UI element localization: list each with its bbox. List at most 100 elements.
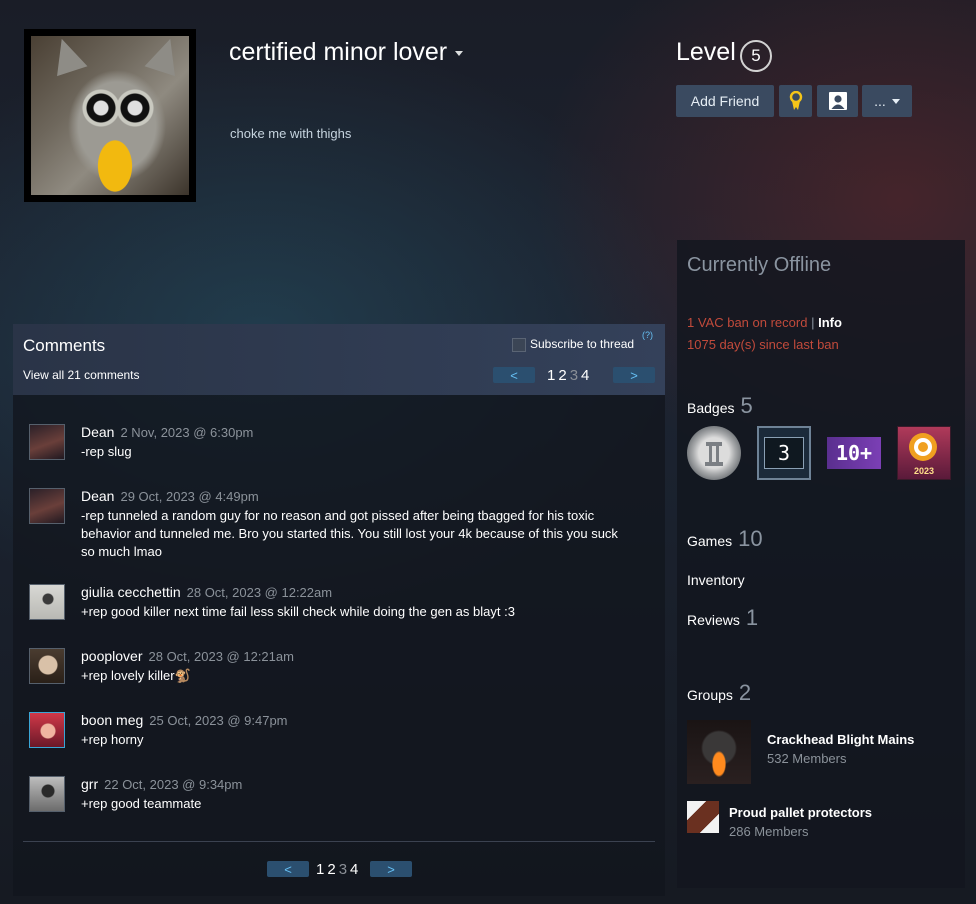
more-label: ...	[874, 93, 886, 109]
comment-timestamp: 28 Oct, 2023 @ 12:22am	[186, 585, 333, 600]
pager-current-page: 3	[338, 861, 348, 878]
online-status: Currently Offline	[687, 254, 832, 276]
chevron-down-icon	[891, 98, 900, 104]
comment-author[interactable]: Dean	[81, 424, 114, 440]
inventory-link[interactable]: Inventory	[687, 572, 745, 588]
commenter-avatar[interactable]	[29, 584, 65, 620]
comments-divider	[23, 841, 655, 842]
persona-name-dropdown[interactable]: certified minor lover	[229, 38, 464, 67]
group-name[interactable]: Proud pallet protectors	[729, 805, 872, 820]
chevron-down-icon	[455, 50, 464, 56]
comment-item: grr 22 Oct, 2023 @ 9:34pm +rep good teamm…	[29, 776, 649, 816]
avatar-image	[31, 33, 189, 195]
comment-timestamp: 22 Oct, 2023 @ 9:34pm	[104, 777, 243, 792]
award-button[interactable]	[779, 85, 812, 117]
help-link[interactable]: (?)	[642, 330, 653, 340]
pager-pages-bottom: 1 2 3 4	[316, 861, 358, 878]
group-avatar[interactable]	[687, 801, 719, 833]
comment-item: giulia cecchettin 28 Oct, 2023 @ 12:22am …	[29, 584, 649, 624]
award-icon	[789, 91, 802, 110]
commenter-avatar[interactable]	[29, 424, 65, 460]
commenter-avatar[interactable]	[29, 488, 65, 524]
games-count: 10	[738, 526, 763, 551]
avatar-ear-left	[46, 33, 88, 77]
pager-prev-button-top[interactable]: <	[493, 367, 535, 383]
avatar-ear-right	[144, 33, 186, 77]
steam-logo-icon	[909, 433, 937, 461]
group-name[interactable]: Crackhead Blight Mains	[767, 732, 914, 747]
group-members: 286 Members	[729, 824, 809, 839]
user-icon	[828, 92, 847, 110]
comment-author[interactable]: Dean	[81, 488, 114, 504]
comment-text: +rep good teammate	[81, 796, 202, 811]
comment-item: Dean 2 Nov, 2023 @ 6:30pm -rep slug	[29, 424, 649, 464]
comment-item: Dean 29 Oct, 2023 @ 4:49pm -rep tunneled …	[29, 488, 649, 564]
comment-text: -rep tunneled a random guy for no reason…	[81, 508, 618, 559]
groups-label: Groups	[687, 687, 733, 703]
pager-page-link[interactable]: 4	[350, 861, 358, 878]
level-badge[interactable]: 5	[740, 40, 772, 72]
add-friend-button[interactable]: Add Friend	[676, 85, 774, 117]
profile-button[interactable]	[817, 85, 858, 117]
groups-count: 2	[738, 680, 752, 705]
pager-page-link[interactable]: 1	[547, 367, 555, 384]
vac-info-link[interactable]: Info	[818, 315, 842, 330]
badge-10-text: 10+	[827, 437, 881, 469]
comment-author[interactable]: pooplover	[81, 648, 143, 664]
pager-current-page: 3	[569, 367, 579, 384]
group-members: 532 Members	[767, 751, 847, 766]
comment-item: pooplover 28 Oct, 2023 @ 12:21am +rep lov…	[29, 648, 649, 688]
more-options-button[interactable]: ...	[862, 85, 912, 117]
comment-timestamp: 25 Oct, 2023 @ 9:47pm	[149, 713, 288, 728]
comment-timestamp: 28 Oct, 2023 @ 12:21am	[148, 649, 294, 664]
reviews-count: 1	[745, 605, 759, 630]
comment-text: +rep good killer next time fail less ski…	[81, 604, 515, 619]
badge-3-text: 3	[764, 437, 804, 469]
comment-text: +rep lovely killer🐒	[81, 668, 191, 683]
pager-pages-top: 1 2 3 4	[547, 367, 589, 384]
view-all-comments-link[interactable]: View all 21 comments	[23, 368, 140, 382]
comment-item: boon meg 25 Oct, 2023 @ 9:47pm +rep horny	[29, 712, 649, 752]
profile-avatar	[24, 29, 196, 202]
badge-steam-2023[interactable]: 2023	[897, 426, 951, 480]
subscribe-checkbox[interactable]	[512, 338, 526, 352]
badges-label: Badges	[687, 400, 735, 416]
comments-title: Comments	[23, 336, 106, 355]
vac-ban-line: 1 VAC ban on record | Info	[687, 315, 842, 330]
badge-coin[interactable]	[687, 426, 741, 480]
comment-text: -rep slug	[81, 444, 132, 459]
commenter-avatar[interactable]	[29, 776, 65, 812]
commenter-avatar[interactable]	[29, 648, 65, 684]
vac-days-since: 1075 day(s) since last ban	[687, 337, 839, 352]
comment-text: +rep horny	[81, 732, 144, 747]
pager-page-link[interactable]: 2	[327, 861, 335, 878]
vac-separator: |	[811, 315, 815, 330]
group-avatar[interactable]	[687, 720, 751, 784]
commenter-avatar[interactable]	[29, 712, 65, 748]
badge-years-of-service[interactable]: 3	[757, 426, 811, 480]
games-label: Games	[687, 533, 733, 549]
games-link[interactable]: Games 10	[687, 526, 763, 552]
comment-author[interactable]: grr	[81, 776, 98, 792]
groups-link[interactable]: Groups 2	[687, 680, 751, 706]
comment-timestamp: 29 Oct, 2023 @ 4:49pm	[120, 489, 259, 504]
badge-games-owned[interactable]: 10+	[827, 426, 881, 480]
reviews-link[interactable]: Reviews 1	[687, 605, 758, 631]
persona-name: certified minor lover	[229, 38, 448, 66]
comment-author[interactable]: giulia cecchettin	[81, 584, 181, 600]
comments-header	[13, 324, 665, 395]
subscribe-label[interactable]: Subscribe to thread	[530, 337, 634, 351]
pager-prev-button-bottom[interactable]: <	[267, 861, 309, 877]
pager-next-button-bottom[interactable]: >	[370, 861, 412, 877]
pager-next-button-top[interactable]: >	[613, 367, 655, 383]
comment-author[interactable]: boon meg	[81, 712, 143, 728]
pager-page-link[interactable]: 2	[558, 367, 566, 384]
pager-page-link[interactable]: 1	[316, 861, 324, 878]
badges-link[interactable]: Badges 5	[687, 393, 753, 419]
pager-page-link[interactable]: 4	[581, 367, 589, 384]
level-label: Level	[676, 38, 736, 66]
badges-count: 5	[740, 393, 753, 418]
badge-2023-text: 2023	[913, 466, 935, 476]
pillar-icon	[705, 442, 723, 466]
vac-ban-text: 1 VAC ban on record	[687, 315, 808, 330]
